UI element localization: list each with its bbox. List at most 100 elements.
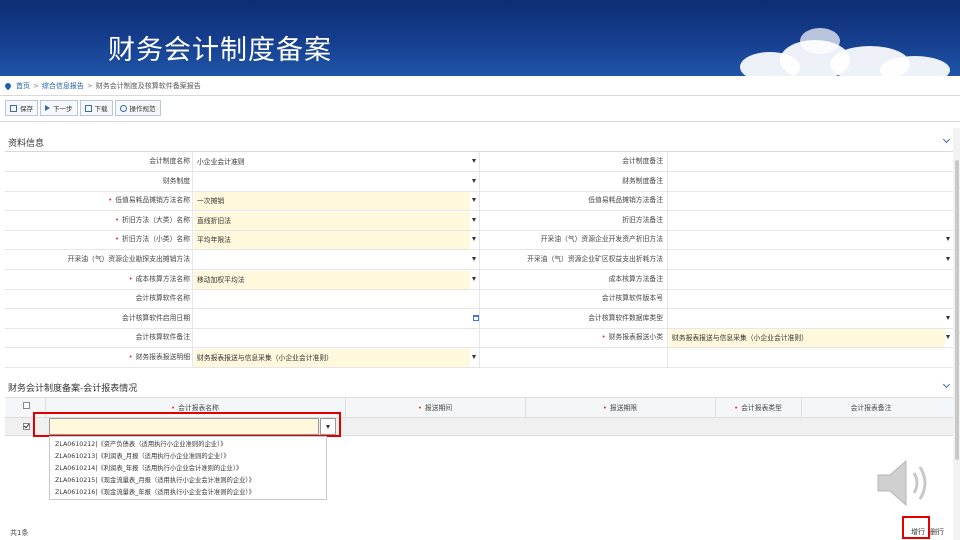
field-input[interactable]	[669, 173, 945, 191]
caret-down-icon[interactable]	[946, 237, 950, 242]
field-label: 财务制度备注	[622, 176, 663, 185]
field-input[interactable]: 小企业会计准则	[194, 153, 470, 171]
field-input[interactable]	[194, 173, 470, 191]
toolbar: 保存 下一步 下载 操作规范	[5, 100, 161, 116]
field-label: 会计制度名称	[149, 157, 190, 165]
form-row: 会计核算软件名称 会计核算软件版本号	[5, 289, 953, 310]
field-input[interactable]	[669, 310, 945, 328]
chevron-down-icon[interactable]	[942, 135, 951, 144]
speaker-icon[interactable]	[872, 455, 936, 511]
field-input[interactable]	[669, 192, 945, 210]
field-input[interactable]	[194, 290, 470, 308]
report-name-dropdown-list: ZLA0610212|《资产负债表（适用执行小企业准则的企业）》 ZLA0610…	[49, 436, 327, 500]
download-button[interactable]: 下载	[79, 100, 113, 116]
field-input[interactable]: 移动加权平均法	[194, 270, 470, 289]
cell-divider	[667, 230, 668, 251]
column-divider	[479, 328, 480, 349]
cell-divider	[667, 269, 668, 290]
cell-divider	[192, 250, 193, 270]
next-step-button[interactable]: 下一步	[40, 100, 78, 116]
highlight-box-add-row	[902, 516, 930, 539]
caret-down-icon[interactable]	[946, 315, 950, 320]
field-input[interactable]	[669, 212, 945, 230]
caret-down-icon[interactable]	[472, 217, 476, 222]
field-input[interactable]	[669, 271, 945, 289]
header-banner: 财务会计制度备案	[0, 0, 960, 76]
dropdown-option[interactable]: ZLA0610216|《现金流量表_年报（适用执行小企业会计准则的企业）》	[55, 486, 255, 499]
form-row: • 财务报表报送明细 财务报表报送与信息采集（小企业会计准则）	[5, 348, 953, 368]
breadcrumb-level1-link[interactable]: 综合信息报告	[42, 81, 84, 91]
field-label: 会计核算软件备注	[135, 333, 190, 342]
required-marker: •	[171, 404, 176, 412]
cell-divider	[667, 289, 668, 310]
field-label: • 财务报表报送明细	[128, 353, 190, 361]
column-divider	[479, 152, 480, 172]
breadcrumb-separator: >	[33, 82, 39, 90]
field-label: • 财务报表报送小类	[601, 333, 663, 342]
cell-divider	[192, 308, 193, 329]
caret-down-icon[interactable]	[946, 335, 950, 340]
field-label: 会计核算软件数据库类型	[588, 313, 663, 322]
row-checkbox[interactable]	[23, 423, 30, 430]
column-divider	[479, 191, 480, 212]
field-input[interactable]	[194, 329, 470, 347]
field-input[interactable]: 一次摊销	[194, 192, 470, 211]
floppy-disk-icon	[10, 104, 17, 112]
form-row: 开采油（气）资源企业勘探支出摊销方法 开采油（气）资源企业矿区权益支出折耗方法	[5, 250, 953, 270]
field-label: 开采油（气）资源企业开发资产折旧方法	[540, 235, 663, 244]
field-input[interactable]: 财务报表报送与信息采集（小企业会计准则）	[669, 329, 945, 348]
select-all-checkbox[interactable]	[23, 402, 30, 409]
required-marker: •	[115, 215, 120, 224]
field-label: • 低值易耗品摊销方法名称	[108, 196, 190, 205]
column-divider	[479, 269, 480, 290]
required-marker: •	[601, 333, 606, 342]
field-input[interactable]: 平均年限法	[194, 231, 470, 250]
column-divider	[479, 250, 480, 270]
cell-divider	[667, 171, 668, 192]
required-marker: •	[128, 274, 133, 283]
cell-divider	[667, 210, 668, 231]
caret-down-icon[interactable]	[472, 355, 476, 359]
cell-divider	[192, 328, 193, 349]
field-input[interactable]	[194, 251, 470, 269]
cell-divider	[192, 171, 193, 192]
field-input[interactable]	[669, 231, 945, 249]
cell-divider	[192, 289, 193, 310]
field-input[interactable]	[669, 153, 945, 171]
breadcrumb-home-link[interactable]: 首页	[16, 81, 30, 91]
cell-divider	[192, 230, 193, 251]
field-input[interactable]	[194, 310, 470, 328]
caret-down-icon[interactable]	[472, 178, 476, 183]
caret-down-icon[interactable]	[472, 276, 476, 281]
field-label: 会计核算软件启用日期	[122, 313, 190, 322]
operation-guide-button[interactable]: 操作规范	[114, 100, 161, 116]
column-divider	[479, 210, 480, 231]
column-divider	[479, 171, 480, 192]
caret-down-icon[interactable]	[472, 237, 476, 242]
delete-row-button[interactable]: 删行	[930, 527, 944, 537]
field-label: 开采油（气）资源企业矿区权益支出折耗方法	[527, 255, 663, 263]
cell-divider	[667, 348, 668, 368]
field-label: 财务制度	[162, 176, 190, 185]
required-marker: •	[128, 353, 133, 361]
column-header-report-remark: 会计报表备注	[850, 404, 892, 412]
column-divider	[479, 289, 480, 310]
field-label: • 成本核算方法名称	[128, 274, 190, 283]
required-marker: •	[115, 235, 120, 244]
cell-divider	[667, 328, 668, 349]
field-input[interactable]: 直线折旧法	[194, 211, 470, 230]
highlight-box-combobox	[33, 412, 341, 437]
field-input[interactable]	[669, 290, 945, 308]
save-button[interactable]: 保存	[5, 100, 38, 116]
cell-divider	[192, 210, 193, 231]
caret-down-icon[interactable]	[472, 257, 476, 261]
scrollbar-thumb[interactable]	[955, 160, 959, 460]
caret-down-icon[interactable]	[472, 159, 476, 163]
caret-down-icon[interactable]	[946, 257, 950, 261]
field-input[interactable]	[669, 251, 945, 269]
caret-down-icon[interactable]	[472, 198, 476, 203]
chevron-down-icon[interactable]	[942, 380, 951, 389]
field-input[interactable]	[669, 349, 945, 367]
required-marker: •	[108, 196, 113, 205]
field-input[interactable]: 财务报表报送与信息采集（小企业会计准则）	[194, 349, 470, 367]
